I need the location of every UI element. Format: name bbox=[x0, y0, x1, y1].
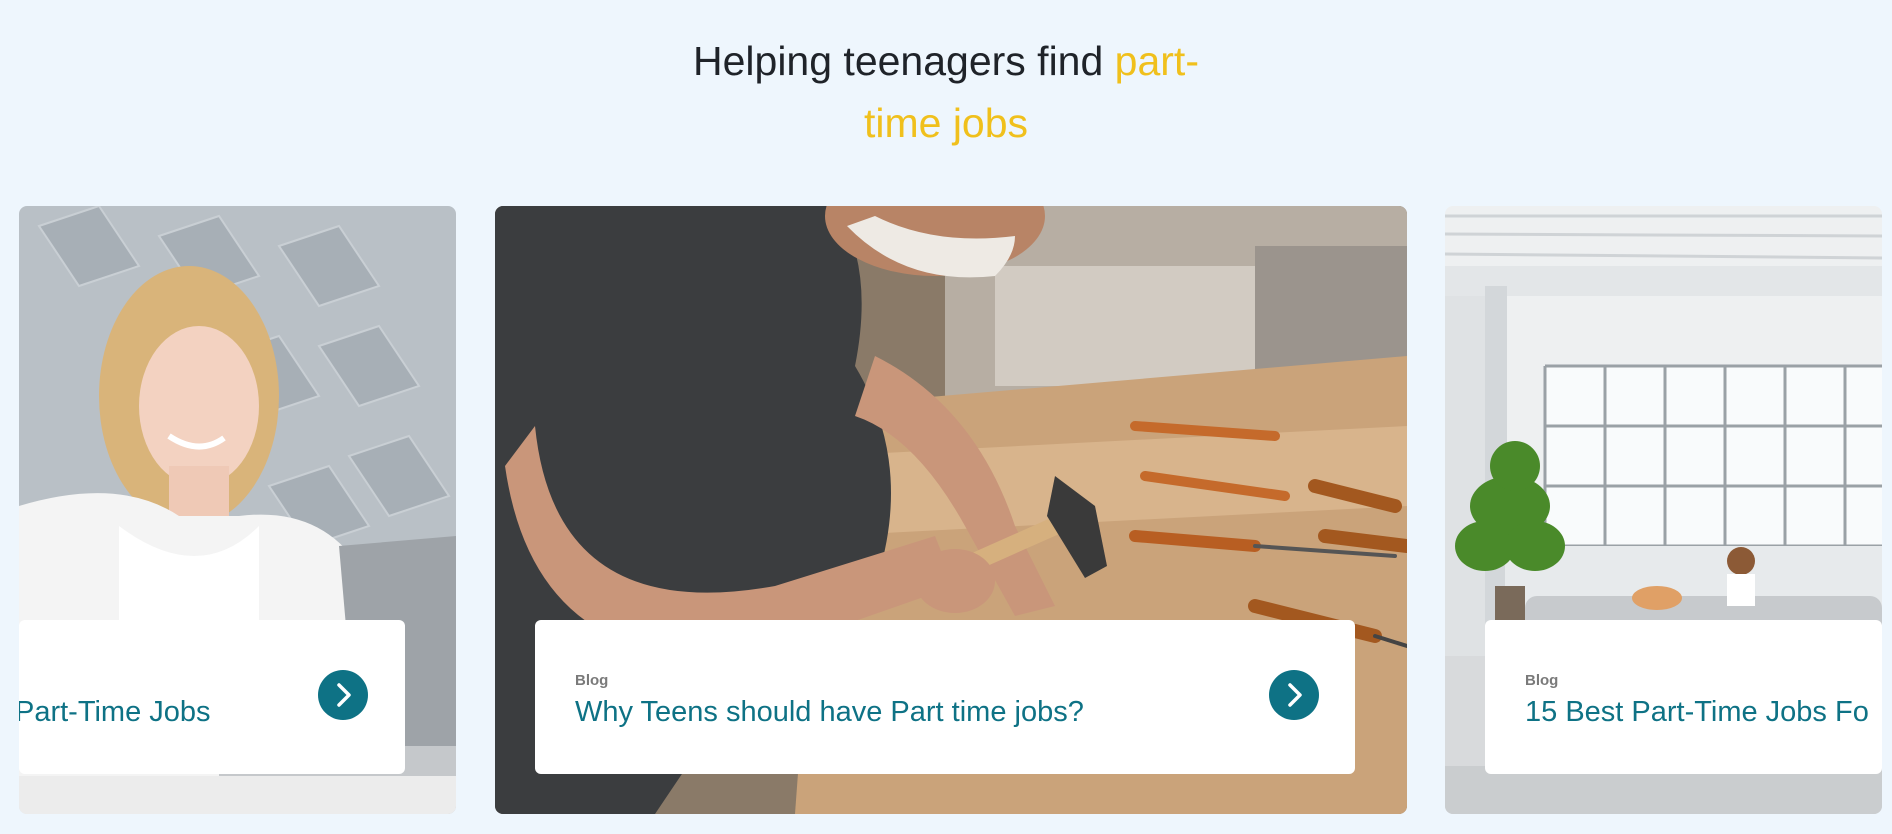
card-tag: Blog bbox=[1525, 672, 1559, 689]
blog-card-left[interactable]: Part-Time Jobs bbox=[19, 206, 456, 814]
card-tag: Blog bbox=[575, 672, 609, 689]
chevron-right-icon bbox=[337, 683, 351, 707]
heading-accent-line2: time jobs bbox=[863, 100, 1029, 146]
blog-card-center[interactable]: Blog Why Teens should have Part time job… bbox=[495, 206, 1407, 814]
card-arrow-button[interactable] bbox=[1269, 670, 1319, 720]
card-arrow-button[interactable] bbox=[318, 670, 368, 720]
chevron-right-icon bbox=[1288, 683, 1302, 707]
card-info-box: Blog 15 Best Part-Time Jobs Fo bbox=[1485, 620, 1882, 774]
heading-text: Helping teenagers find bbox=[693, 38, 1115, 84]
card-info-box: Part-Time Jobs bbox=[19, 620, 405, 774]
card-title[interactable]: Why Teens should have Part time jobs? bbox=[575, 696, 1084, 729]
card-info-box: Blog Why Teens should have Part time job… bbox=[535, 620, 1355, 774]
blog-card-right[interactable]: Blog 15 Best Part-Time Jobs Fo bbox=[1445, 206, 1882, 814]
heading-accent: part- bbox=[1114, 38, 1199, 84]
section-heading: Helping teenagers find part- time jobs bbox=[0, 30, 1892, 154]
card-title[interactable]: 15 Best Part-Time Jobs Fo bbox=[1525, 696, 1869, 729]
card-title[interactable]: Part-Time Jobs bbox=[19, 696, 211, 729]
